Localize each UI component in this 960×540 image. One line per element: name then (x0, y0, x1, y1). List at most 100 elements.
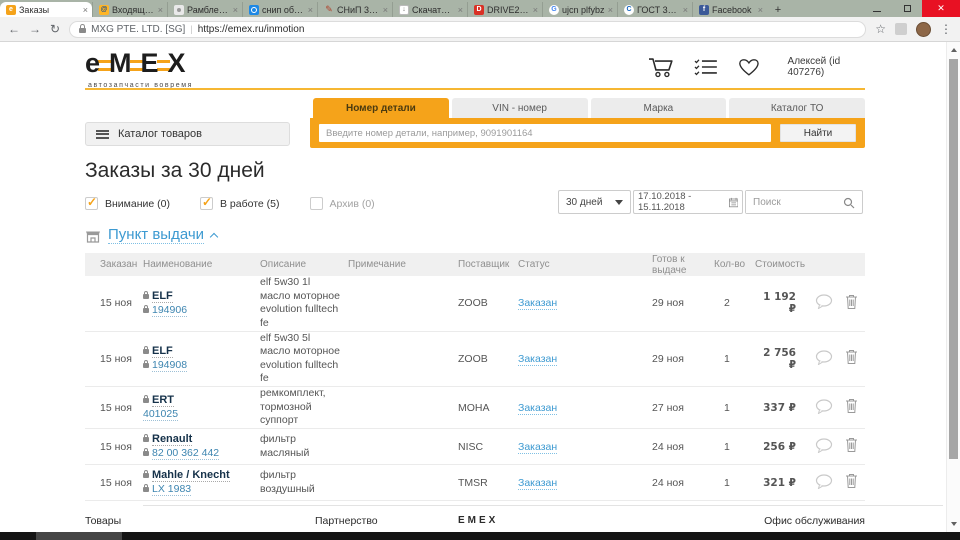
address-bar: ← → ↻ MXG PTE. LTD. [SG] | https://emex.… (0, 17, 960, 42)
comment-bubble-icon[interactable] (815, 438, 833, 453)
download-favicon (399, 5, 409, 15)
brand-link[interactable]: ELF (152, 290, 173, 303)
tab-close-icon[interactable]: × (758, 5, 763, 15)
col-ready: Готов к выдаче (652, 253, 714, 276)
tab-close-icon[interactable]: × (683, 5, 688, 15)
tab-part-number[interactable]: Номер детали (313, 98, 449, 118)
browser-menu-icon[interactable]: ⋮ (940, 23, 952, 35)
window-close-button[interactable]: ✕ (922, 0, 960, 17)
browser-tab-rambler[interactable]: Рамблер — × (167, 2, 242, 17)
minimize-icon (873, 11, 881, 12)
footer-link-service-office[interactable]: Офис обслуживания (764, 515, 865, 527)
new-tab-button[interactable]: + (767, 2, 789, 17)
comment-bubble-icon[interactable] (815, 474, 833, 489)
tab-close-icon[interactable]: × (458, 5, 463, 15)
browser-tab-download[interactable]: Скачать СП × (392, 2, 467, 17)
minimize-button[interactable] (862, 0, 892, 17)
table-header-row: Заказан Наименование Описание Примечание… (85, 253, 865, 276)
browser-tab-gost[interactable]: ГОСТ 30494 × (617, 2, 692, 17)
status-link[interactable]: Заказан (518, 441, 557, 454)
brand-link[interactable]: ELF (152, 345, 173, 358)
date-range-picker[interactable]: 17.10.2018 - 15.11.2018 (633, 190, 743, 214)
brand-link[interactable]: Mahle / Knecht (152, 469, 230, 482)
tab-close-icon[interactable]: × (308, 5, 313, 15)
part-number-link[interactable]: 194906 (152, 304, 187, 317)
tab-close-icon[interactable]: × (83, 5, 88, 15)
order-price: 1 192 ₽ (755, 276, 810, 331)
part-number-link[interactable]: 194908 (152, 359, 187, 372)
magnifier-icon[interactable] (843, 197, 855, 209)
user-account[interactable]: Алексей (id 407276) (788, 56, 879, 78)
part-number-link[interactable]: LX 1983 (152, 483, 191, 496)
trash-icon[interactable] (845, 398, 858, 414)
back-icon[interactable]: ← (8, 23, 20, 35)
browser-tab-facebook[interactable]: Facebook × (692, 2, 767, 17)
bookmark-star-icon[interactable]: ☆ (875, 23, 886, 35)
lock-icon (143, 451, 149, 456)
catalog-button[interactable]: Каталог товаров (85, 122, 290, 146)
forward-icon[interactable]: → (29, 23, 41, 35)
scrollbar-up-arrow[interactable] (947, 43, 960, 57)
tab-strip: Заказы × Входящие - × Рамблер — × снип о… (0, 0, 960, 17)
status-link[interactable]: Заказан (518, 353, 557, 366)
order-list-icon[interactable] (694, 58, 718, 76)
browser-tab-snip-search[interactable]: снип общес × (242, 2, 317, 17)
ready-date: 24 ноя (652, 465, 714, 501)
browser-tab-inbox[interactable]: Входящие - × (92, 2, 167, 17)
order-note (348, 429, 458, 465)
omnibox[interactable]: MXG PTE. LTD. [SG] | https://emex.ru/inm… (69, 21, 866, 38)
order-price: 2 756 ₽ (755, 331, 810, 387)
find-button[interactable]: Найти (780, 124, 856, 142)
comment-bubble-icon[interactable] (815, 350, 833, 365)
footer-link-products[interactable]: Товары (85, 515, 121, 527)
orders-search-input[interactable] (746, 191, 838, 213)
brand-link[interactable]: ERT (152, 394, 174, 407)
tab-close-icon[interactable]: × (233, 5, 238, 15)
tab-catalog-to[interactable]: Каталог ТО (729, 98, 865, 118)
trash-icon[interactable] (845, 437, 858, 453)
scrollbar[interactable] (946, 42, 960, 532)
chevron-up-icon[interactable] (210, 233, 218, 241)
tab-close-icon[interactable]: × (608, 5, 613, 15)
scrollbar-down-arrow[interactable] (947, 517, 960, 531)
brand-link[interactable]: Renault (152, 433, 192, 446)
period-select[interactable]: 30 дней (558, 190, 631, 214)
cart-icon[interactable] (648, 56, 674, 78)
trash-icon[interactable] (845, 349, 858, 365)
trash-icon[interactable] (845, 294, 858, 310)
tab-close-icon[interactable]: × (383, 5, 388, 15)
scrollbar-thumb[interactable] (949, 59, 958, 459)
tab-brand[interactable]: Марка (591, 98, 727, 118)
part-number-link[interactable]: 82 00 362 442 (152, 447, 219, 460)
maximize-button[interactable] (892, 0, 922, 17)
pickup-point-section: Пункт выдачи (85, 226, 217, 244)
col-description: Описание (260, 253, 348, 276)
browser-tab-snip-doc[interactable]: СНиП 31-06 × (317, 2, 392, 17)
browser-tab-orders[interactable]: Заказы × (0, 2, 92, 17)
tab-close-icon[interactable]: × (158, 5, 163, 15)
profile-avatar[interactable] (916, 22, 931, 37)
lock-icon (143, 473, 149, 478)
reload-icon[interactable]: ↻ (50, 23, 60, 35)
emex-logo[interactable]: eMEX (85, 50, 186, 77)
part-number-link[interactable]: 401025 (143, 408, 178, 421)
browser-tab-google[interactable]: ujcn plfybz × (542, 2, 617, 17)
footer-link-emex[interactable]: EMEX (458, 515, 498, 526)
tab-vin[interactable]: VIN - номер (452, 98, 588, 118)
part-number-input[interactable] (319, 124, 771, 142)
tab-close-icon[interactable]: × (533, 5, 538, 15)
comment-bubble-icon[interactable] (815, 399, 833, 414)
taskbar-app-segment[interactable] (36, 532, 122, 540)
extension-icon[interactable] (895, 23, 907, 35)
browser-tab-drive2[interactable]: DRIVE2.RU × (467, 2, 542, 17)
maximize-icon (904, 5, 911, 12)
footer-link-partnership[interactable]: Партнерство (315, 515, 378, 527)
status-link[interactable]: Заказан (518, 297, 557, 310)
status-link[interactable]: Заказан (518, 477, 557, 490)
trash-icon[interactable] (845, 473, 858, 489)
window-controls: ✕ (862, 0, 960, 17)
favorites-heart-icon[interactable] (738, 58, 760, 77)
pickup-point-link[interactable]: Пункт выдачи (108, 226, 204, 244)
comment-bubble-icon[interactable] (815, 294, 833, 309)
status-link[interactable]: Заказан (518, 402, 557, 415)
